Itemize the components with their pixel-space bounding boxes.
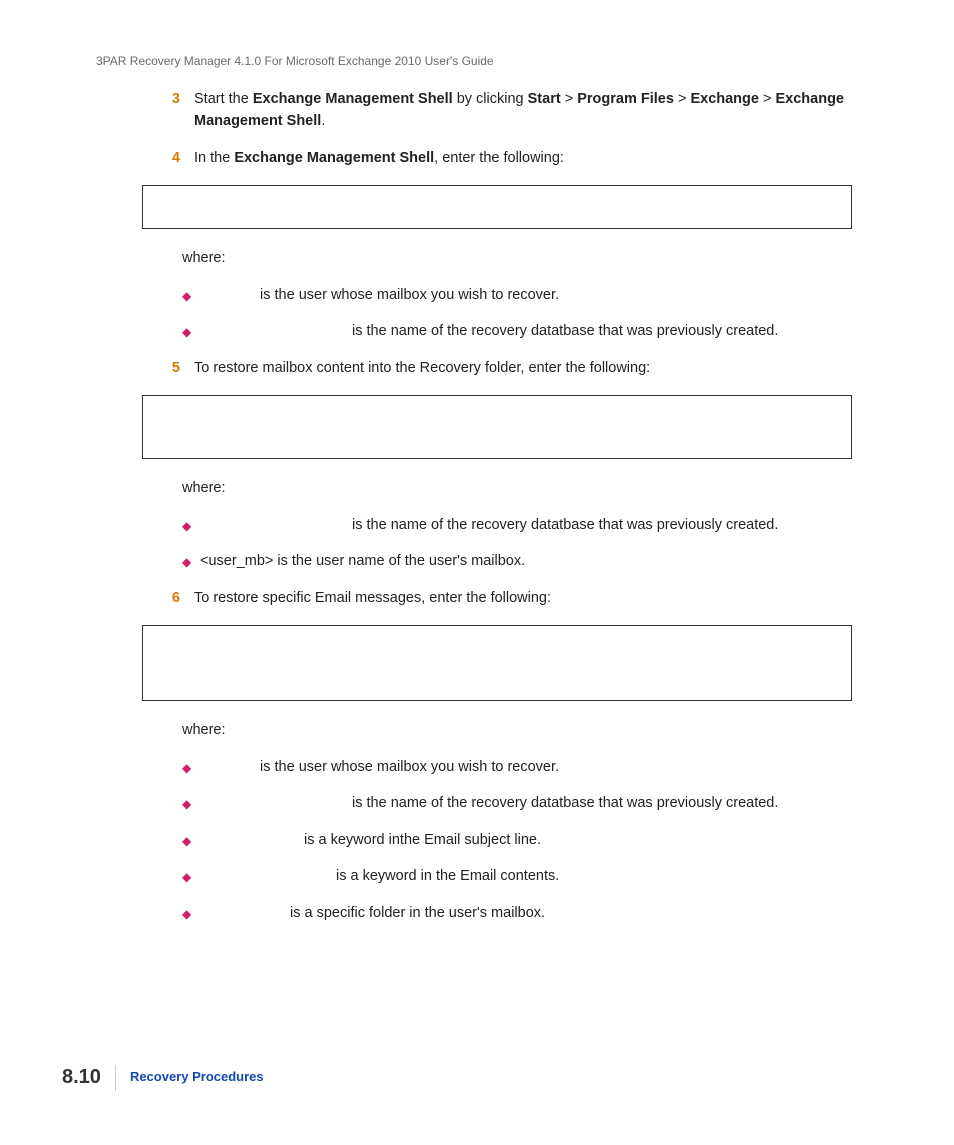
text: In the bbox=[194, 150, 234, 166]
text-bold: Exchange bbox=[690, 91, 759, 107]
step-body: To restore mailbox content into the Reco… bbox=[194, 357, 870, 379]
text: is a keyword in the Email contents. bbox=[332, 868, 559, 884]
bullet-text: is the user whose mailbox you wish to re… bbox=[200, 756, 870, 778]
step-6: 6 To restore specific Email messages, en… bbox=[150, 587, 870, 609]
bullet-list: ◆ is the name of the recovery datatbase … bbox=[182, 514, 870, 573]
text: , enter the following: bbox=[434, 150, 564, 166]
bullet-item: ◆ is a keyword in the Email contents. bbox=[182, 865, 870, 887]
step-number: 4 bbox=[150, 147, 194, 169]
bullet-item: ◆ is the name of the recovery datatbase … bbox=[182, 320, 870, 342]
step-body: To restore specific Email messages, ente… bbox=[194, 587, 870, 609]
text-bold: Start bbox=[528, 91, 561, 107]
page-content: 3 Start the Exchange Management Shell by… bbox=[150, 88, 870, 938]
text: Start the bbox=[194, 91, 253, 107]
footer-divider bbox=[115, 1065, 116, 1091]
text: is the name of the recovery datatbase th… bbox=[348, 795, 778, 811]
where-label: where: bbox=[182, 247, 870, 269]
diamond-icon: ◆ bbox=[182, 756, 200, 778]
code-box bbox=[142, 625, 852, 701]
step-3: 3 Start the Exchange Management Shell by… bbox=[150, 88, 870, 133]
where-label: where: bbox=[182, 719, 870, 741]
text: > bbox=[674, 91, 691, 107]
step-body: In the Exchange Management Shell, enter … bbox=[194, 147, 870, 169]
step-body: Start the Exchange Management Shell by c… bbox=[194, 88, 870, 133]
bullet-item: ◆ is the user whose mailbox you wish to … bbox=[182, 284, 870, 306]
chapter-title: Recovery Procedures bbox=[130, 1067, 264, 1087]
bullet-item: ◆ is the name of the recovery datatbase … bbox=[182, 792, 870, 814]
diamond-icon: ◆ bbox=[182, 550, 200, 572]
bullet-text: is a keyword inthe Email subject line. bbox=[200, 829, 870, 851]
bullet-text: <user_mb> is the user name of the user's… bbox=[200, 550, 870, 572]
bullet-list: ◆ is the user whose mailbox you wish to … bbox=[182, 284, 870, 343]
bullet-text: is the name of the recovery datatbase th… bbox=[200, 514, 870, 536]
text: is the user whose mailbox you wish to re… bbox=[256, 287, 559, 303]
text: is the name of the recovery datatbase th… bbox=[348, 517, 778, 533]
step-number: 5 bbox=[150, 357, 194, 379]
step-number: 6 bbox=[150, 587, 194, 609]
bullet-text: is a specific folder in the user's mailb… bbox=[200, 902, 870, 924]
text: is a keyword inthe Email subject line. bbox=[300, 832, 541, 848]
code-box bbox=[142, 395, 852, 459]
code-box bbox=[142, 185, 852, 229]
text: > bbox=[759, 91, 776, 107]
bullet-item: ◆ is a specific folder in the user's mai… bbox=[182, 902, 870, 924]
bullet-item: ◆ <user_mb> is the user name of the user… bbox=[182, 550, 870, 572]
text: > bbox=[561, 91, 578, 107]
bullet-text: is the name of the recovery datatbase th… bbox=[200, 792, 870, 814]
text-bold: Program Files bbox=[577, 91, 674, 107]
text-bold: Exchange Management Shell bbox=[234, 150, 434, 166]
page-number: 8.10 bbox=[62, 1062, 115, 1093]
text: by clicking bbox=[453, 91, 528, 107]
where-label: where: bbox=[182, 477, 870, 499]
text: is the user whose mailbox you wish to re… bbox=[256, 759, 559, 775]
bullet-text: is a keyword in the Email contents. bbox=[200, 865, 870, 887]
step-4: 4 In the Exchange Management Shell, ente… bbox=[150, 147, 870, 169]
bullet-text: is the name of the recovery datatbase th… bbox=[200, 320, 870, 342]
page-footer: 8.10 Recovery Procedures bbox=[62, 1062, 264, 1093]
diamond-icon: ◆ bbox=[182, 902, 200, 924]
bullet-item: ◆ is the user whose mailbox you wish to … bbox=[182, 756, 870, 778]
diamond-icon: ◆ bbox=[182, 865, 200, 887]
step-5: 5 To restore mailbox content into the Re… bbox=[150, 357, 870, 379]
text: is a specific folder in the user's mailb… bbox=[286, 905, 545, 921]
bullet-item: ◆ is the name of the recovery datatbase … bbox=[182, 514, 870, 536]
diamond-icon: ◆ bbox=[182, 829, 200, 851]
diamond-icon: ◆ bbox=[182, 514, 200, 536]
diamond-icon: ◆ bbox=[182, 320, 200, 342]
bullet-list: ◆ is the user whose mailbox you wish to … bbox=[182, 756, 870, 924]
bullet-item: ◆ is a keyword inthe Email subject line. bbox=[182, 829, 870, 851]
text: is the name of the recovery datatbase th… bbox=[348, 323, 778, 339]
running-header: 3PAR Recovery Manager 4.1.0 For Microsof… bbox=[96, 52, 494, 71]
text: . bbox=[321, 113, 325, 129]
text-bold: Exchange Management Shell bbox=[253, 91, 453, 107]
bullet-text: is the user whose mailbox you wish to re… bbox=[200, 284, 870, 306]
diamond-icon: ◆ bbox=[182, 284, 200, 306]
diamond-icon: ◆ bbox=[182, 792, 200, 814]
step-number: 3 bbox=[150, 88, 194, 133]
